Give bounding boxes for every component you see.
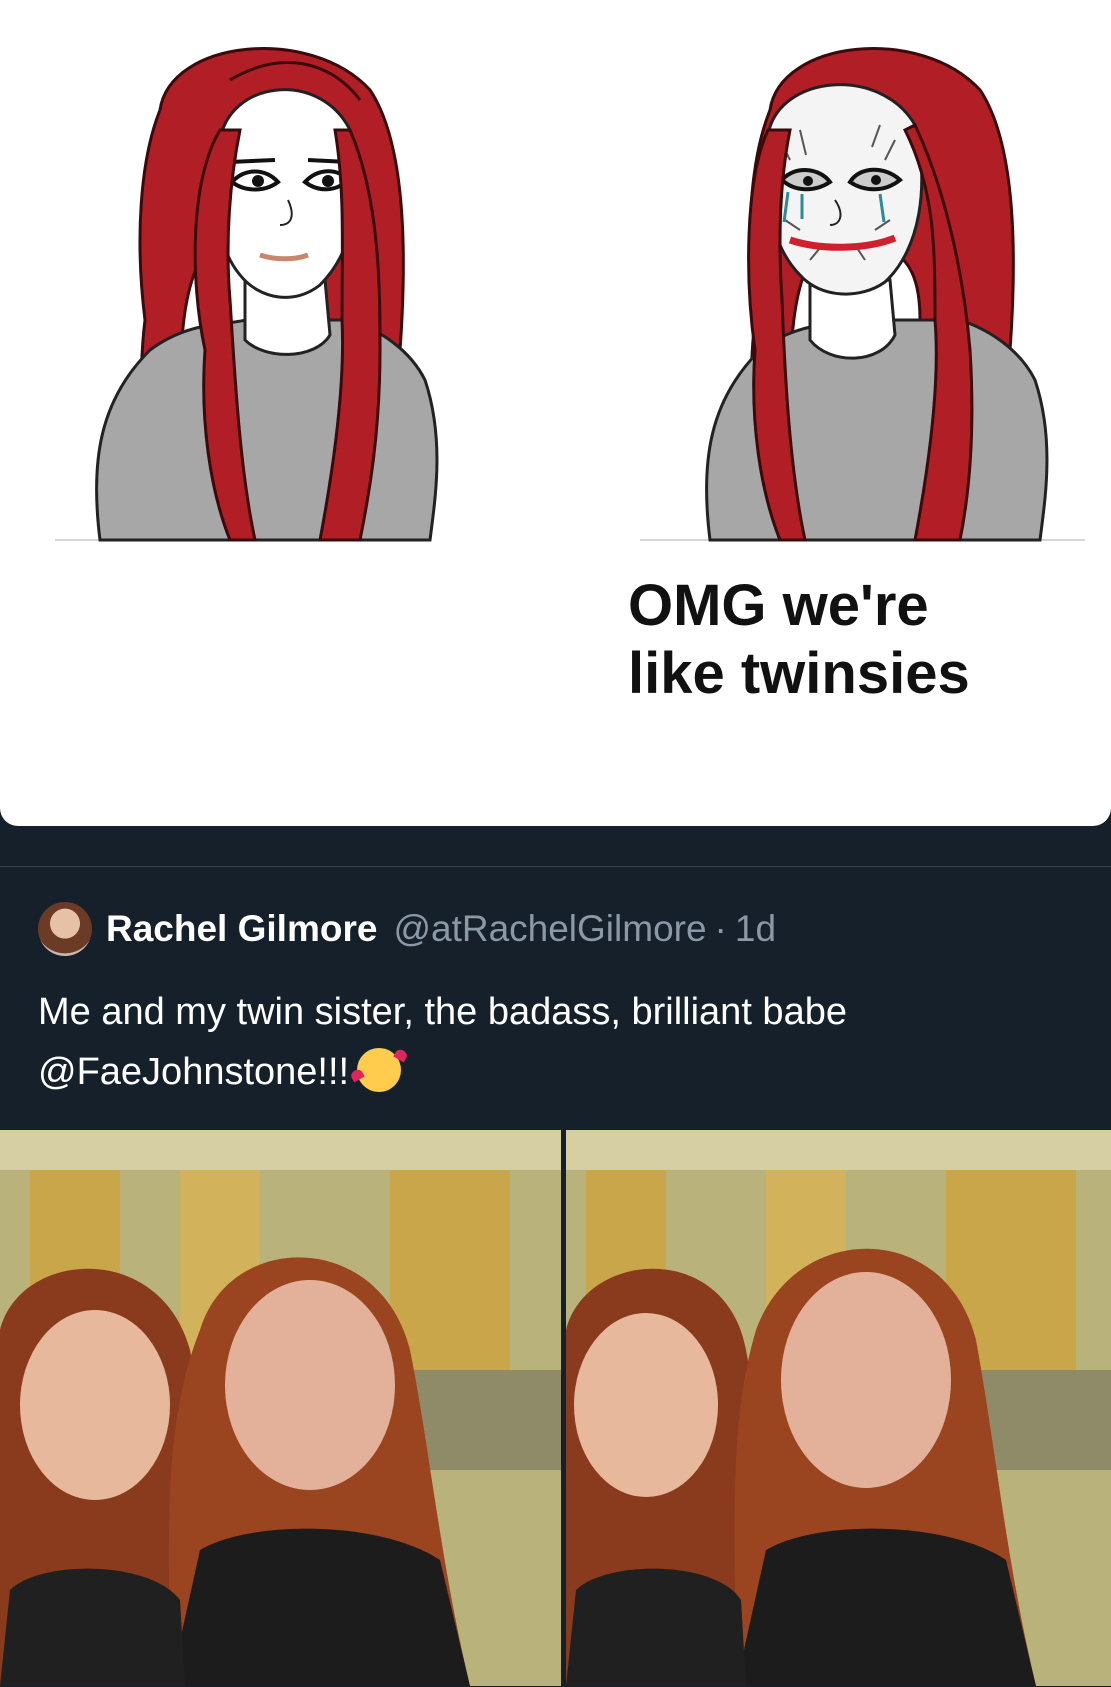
mention-link[interactable]: @FaeJohnstone!!! (38, 1051, 349, 1093)
tweet-text-line-1: Me and my twin sister, the badass, brill… (38, 991, 847, 1033)
tweet-header: Rachel Gilmore @atRachelGilmore · 1d (38, 902, 776, 956)
display-name[interactable]: Rachel Gilmore (106, 908, 377, 950)
meme-caption: OMG we're like twinsies (628, 572, 1098, 708)
meme-panel: OMG we're like twinsies (0, 0, 1111, 826)
selfie-photo-2[interactable] (566, 1130, 1111, 1686)
user-handle[interactable]: @atRachelGilmore (393, 908, 706, 950)
tweet-text: Me and my twin sister, the badass, brill… (38, 982, 1088, 1102)
caption-line-1: OMG we're (628, 573, 929, 638)
timestamp[interactable]: 1d (735, 908, 776, 950)
photo-grid (0, 1130, 1111, 1686)
right-girl-illustration (705, 47, 1049, 542)
selfie-photo-1[interactable] (0, 1130, 561, 1686)
caption-line-2: like twinsies (628, 641, 970, 706)
avatar[interactable] (38, 902, 92, 956)
left-girl-illustration (95, 47, 439, 542)
smiling-face-with-hearts-icon (357, 1048, 402, 1092)
separator: · (714, 908, 727, 949)
